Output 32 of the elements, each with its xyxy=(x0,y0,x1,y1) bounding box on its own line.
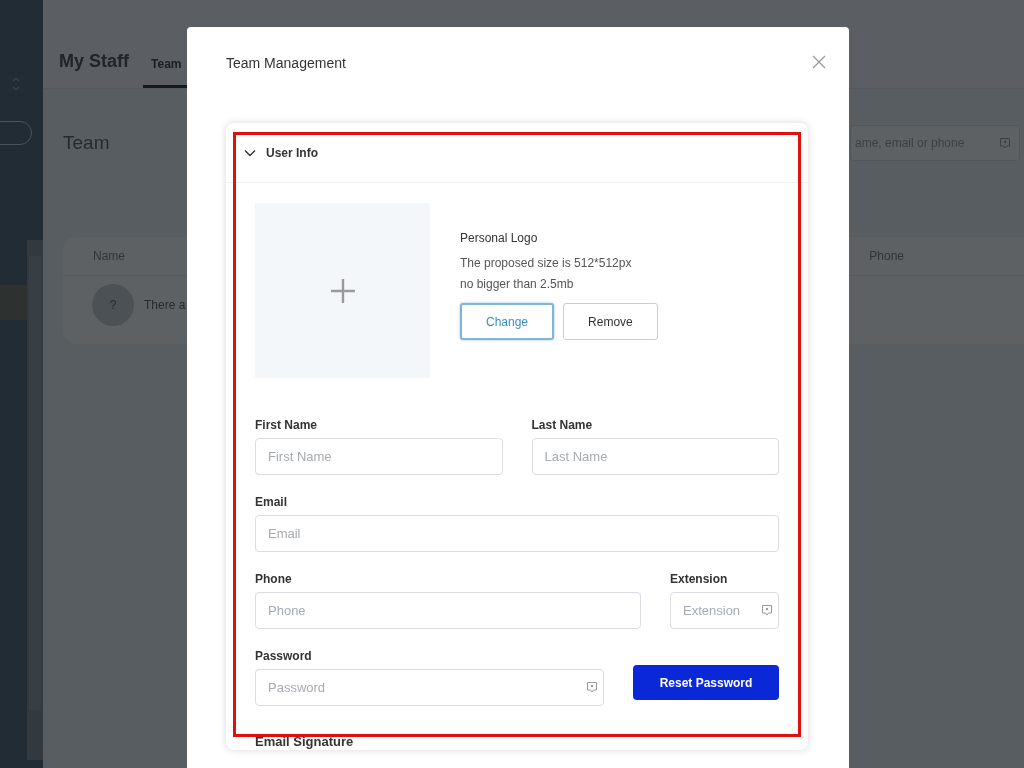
upload-area[interactable] xyxy=(255,203,430,378)
chevron-icon xyxy=(244,148,256,157)
logo-button[interactable]: Remove xyxy=(563,303,658,340)
input-field[interactable]: Password xyxy=(255,669,604,706)
page-title: My Staff xyxy=(59,51,129,73)
hint-text: The proposed size is 512*512px xyxy=(460,255,633,272)
card-icon xyxy=(586,681,598,693)
field-label: Phone xyxy=(255,572,293,586)
plus-icon xyxy=(330,278,355,303)
input-field[interactable]: First Name xyxy=(255,438,503,475)
section-header[interactable]: User Info xyxy=(226,123,808,183)
input-field[interactable]: Last Name xyxy=(531,438,779,475)
input-field[interactable]: Email xyxy=(255,515,779,552)
logo-title: Personal Logo xyxy=(460,231,539,245)
scrollbar[interactable] xyxy=(27,240,43,760)
modal-title: Team Management xyxy=(226,55,346,71)
hint-text: no bigger than 2.5mb xyxy=(460,276,575,293)
card-icon xyxy=(999,137,1011,149)
field-label: Extension xyxy=(670,572,729,586)
close-icon[interactable] xyxy=(811,55,827,71)
avatar: ? xyxy=(92,284,134,326)
field-label: First Name xyxy=(255,418,319,432)
field-label: Password xyxy=(255,649,313,663)
logo-button[interactable]: Change xyxy=(460,303,555,340)
card-icon xyxy=(761,604,773,616)
input-field[interactable]: Phone xyxy=(255,592,641,629)
field-label: Last Name xyxy=(531,418,594,432)
sort-icon xyxy=(12,76,20,92)
field-label: Email xyxy=(255,495,288,509)
reset-password-button[interactable]: Reset Password xyxy=(633,665,779,700)
input-field[interactable]: Extension xyxy=(670,592,779,629)
field-label: Email Signature xyxy=(255,734,354,749)
